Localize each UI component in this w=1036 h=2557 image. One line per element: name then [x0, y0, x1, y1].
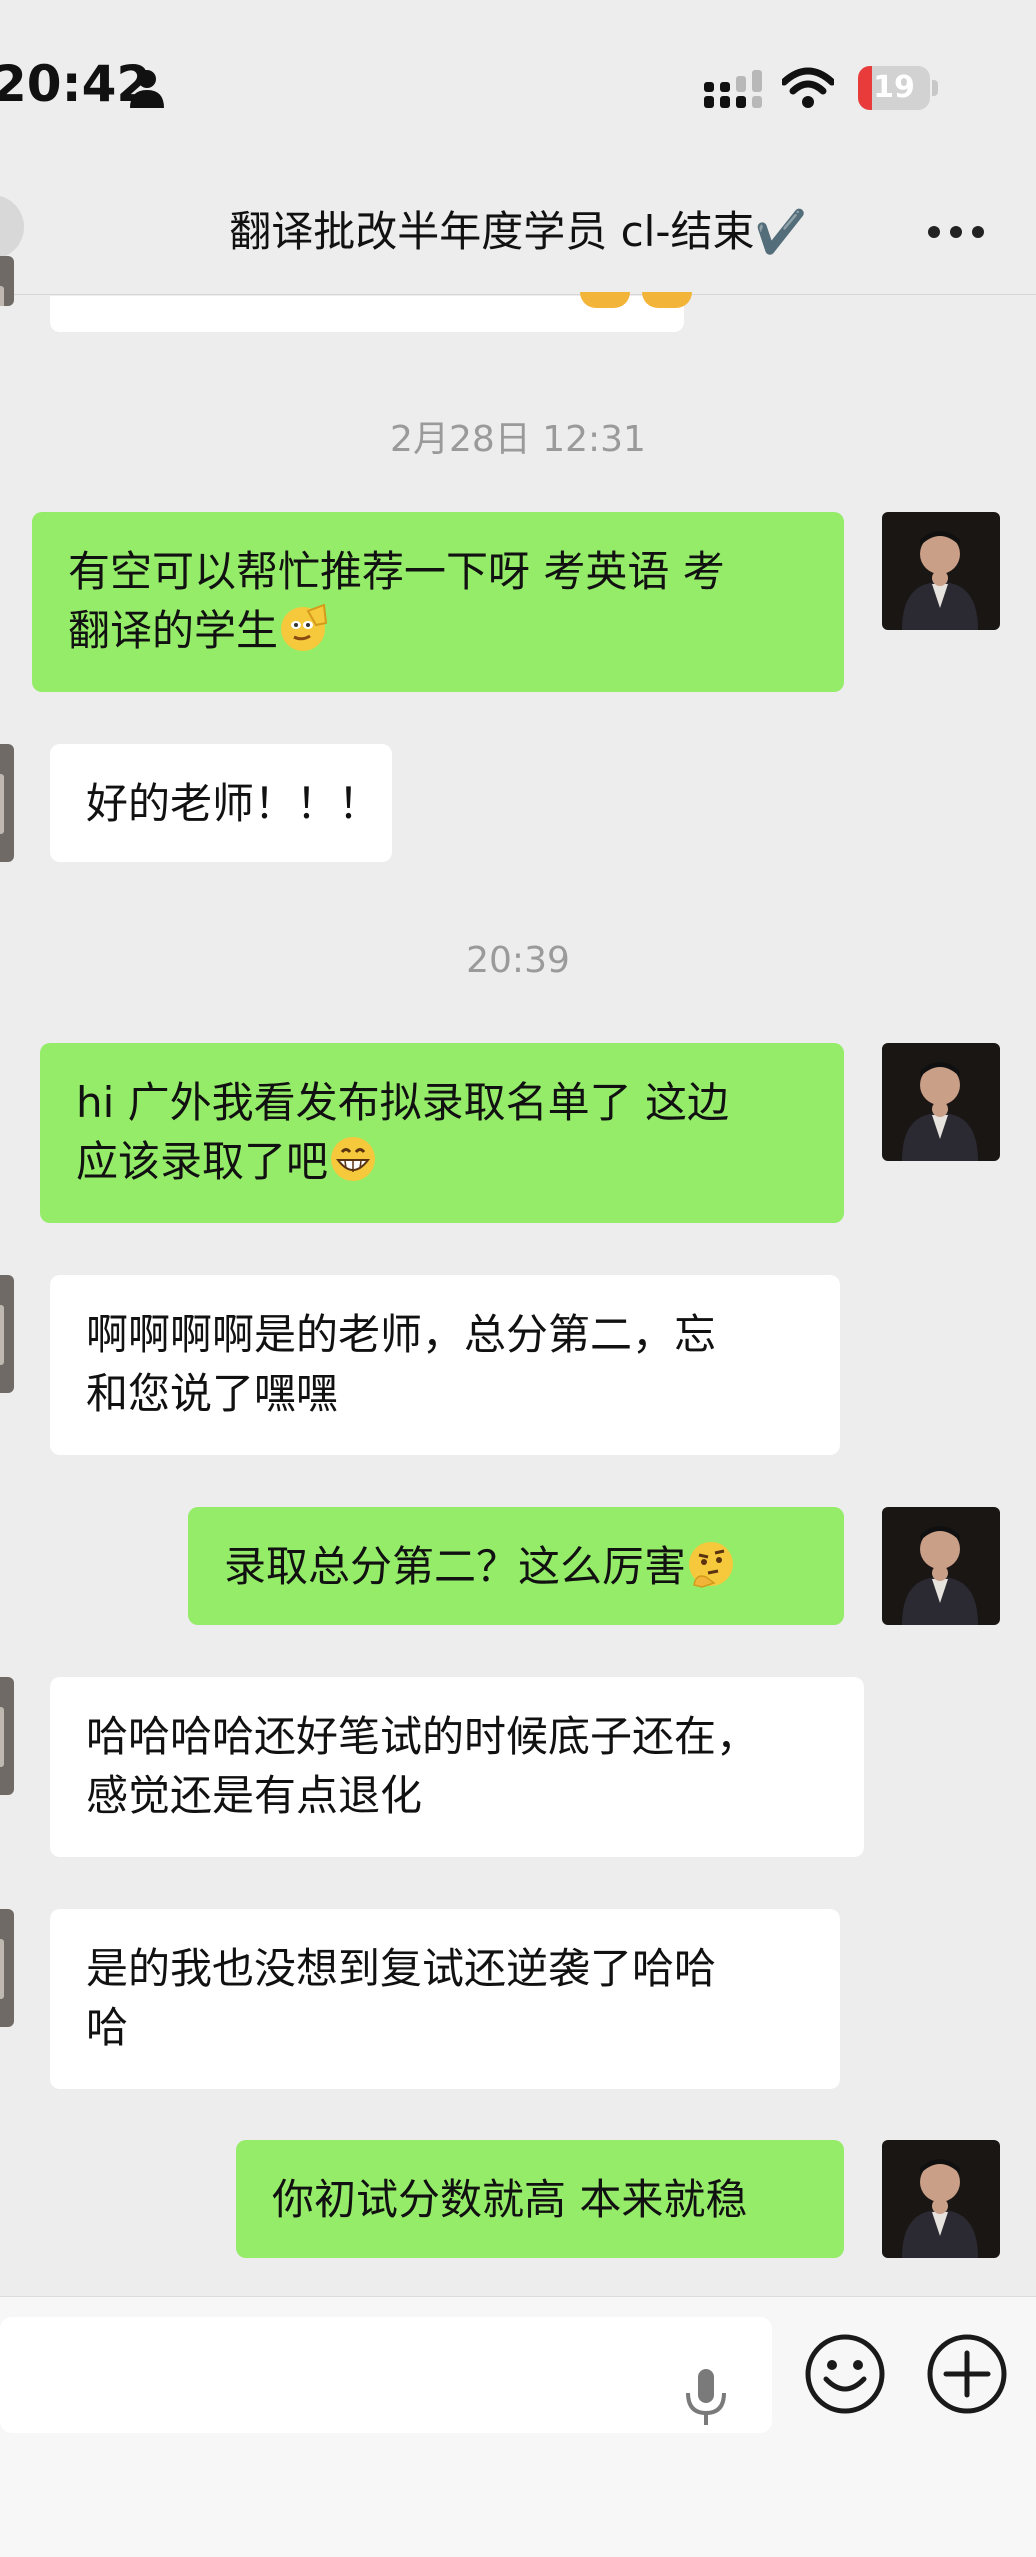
- message-row: 啊啊啊啊是的老师，总分第二，忘 和您说了嘿嘿: [0, 1275, 1036, 1455]
- message-row: 你初试分数就高 本来就稳: [0, 2140, 1036, 2258]
- wifi-icon: [782, 67, 834, 108]
- previous-message-bubble[interactable]: [50, 292, 692, 332]
- message-row: 好的老师！！！: [0, 744, 1036, 862]
- message-timestamp: 20:39: [466, 940, 570, 981]
- other-avatar[interactable]: [0, 1909, 14, 2027]
- self-avatar[interactable]: [882, 1507, 1000, 1625]
- microphone-icon[interactable]: [682, 2367, 730, 2427]
- message-row: 有空可以帮忙推荐一下呀 考英语 考 翻译的学生: [0, 512, 1036, 692]
- message-line: 哈哈哈哈还好笔试的时候底子还在，: [86, 1712, 759, 1761]
- chat-title: 翻译批改半年度学员 cl-结束✔️: [229, 207, 807, 256]
- message-line: 和您说了嘿嘿: [86, 1369, 339, 1418]
- message-line: 啊啊啊啊是的老师，总分第二，忘: [86, 1310, 717, 1359]
- other-avatar[interactable]: [0, 744, 14, 862]
- message-line: 有空可以帮忙推荐一下呀 考英语 考: [68, 547, 725, 596]
- message-row: 录取总分第二？这么厉害: [0, 1507, 1036, 1625]
- message-timestamp: 2月28日 12:31: [390, 419, 646, 460]
- message-row: 是的我也没想到复试还逆袭了哈哈 哈: [0, 1909, 1036, 2089]
- other-avatar[interactable]: [0, 1275, 14, 1393]
- self-avatar[interactable]: [882, 512, 1000, 630]
- thinking-emoji-icon: [689, 1542, 734, 1588]
- message-bubble-other[interactable]: 好的老师！！！: [50, 744, 392, 862]
- salute-emoji-icon: [281, 603, 328, 651]
- message-line: hi 广外我看发布拟录取名单了 这边: [76, 1078, 729, 1127]
- message-bubble-self[interactable]: hi 广外我看发布拟录取名单了 这边 应该录取了吧: [40, 1043, 844, 1223]
- more-icon[interactable]: [926, 222, 986, 242]
- person-icon: [130, 70, 164, 108]
- battery-percent: 19: [873, 70, 915, 105]
- message-line-with-emoji: 应该录取了吧: [76, 1132, 729, 1191]
- message-bubble-self[interactable]: 录取总分第二？这么厉害: [188, 1507, 844, 1625]
- message-bubble-other[interactable]: 是的我也没想到复试还逆袭了哈哈 哈: [50, 1909, 840, 2089]
- self-avatar[interactable]: [882, 2140, 1000, 2258]
- status-bar: 20:42 19: [0, 0, 1036, 170]
- message-row: hi 广外我看发布拟录取名单了 这边 应该录取了吧: [0, 1043, 1036, 1223]
- self-avatar[interactable]: [882, 1043, 1000, 1161]
- message-input[interactable]: [0, 2317, 772, 2433]
- message-bubble-other[interactable]: 啊啊啊啊是的老师，总分第二，忘 和您说了嘿嘿: [50, 1275, 840, 1455]
- message-line: 你初试分数就高 本来就稳: [272, 2175, 748, 2224]
- message-line-with-emoji: 翻译的学生: [68, 601, 725, 660]
- message-bubble-self[interactable]: 有空可以帮忙推荐一下呀 考英语 考 翻译的学生: [32, 512, 844, 692]
- grin-emoji-icon: [331, 1137, 376, 1181]
- message-line: 是的我也没想到复试还逆袭了哈哈: [86, 1944, 717, 1993]
- other-avatar[interactable]: [0, 1677, 14, 1795]
- battery-indicator: 19: [858, 66, 938, 110]
- message-line: 录取总分第二？这么厉害: [224, 1542, 687, 1591]
- signal-icon: [704, 70, 762, 108]
- message-input-bar: [0, 2296, 1036, 2557]
- message-bubble-self[interactable]: 你初试分数就高 本来就稳: [236, 2140, 844, 2258]
- message-row: 哈哈哈哈还好笔试的时候底子还在， 感觉还是有点退化: [0, 1677, 1036, 1857]
- add-icon[interactable]: [926, 2333, 1008, 2415]
- message-line: 感觉还是有点退化: [86, 1771, 423, 1820]
- emoji-icon[interactable]: [804, 2333, 886, 2415]
- message-bubble-other[interactable]: 哈哈哈哈还好笔试的时候底子还在， 感觉还是有点退化: [50, 1677, 864, 1857]
- message-line: 好的老师！！！: [86, 779, 381, 828]
- previous-message: [0, 256, 1036, 336]
- message-line: 哈: [86, 2003, 129, 2052]
- avatar-partial: [0, 256, 14, 306]
- chat-header: 翻译批改半年度学员 cl-结束✔️: [0, 170, 1036, 295]
